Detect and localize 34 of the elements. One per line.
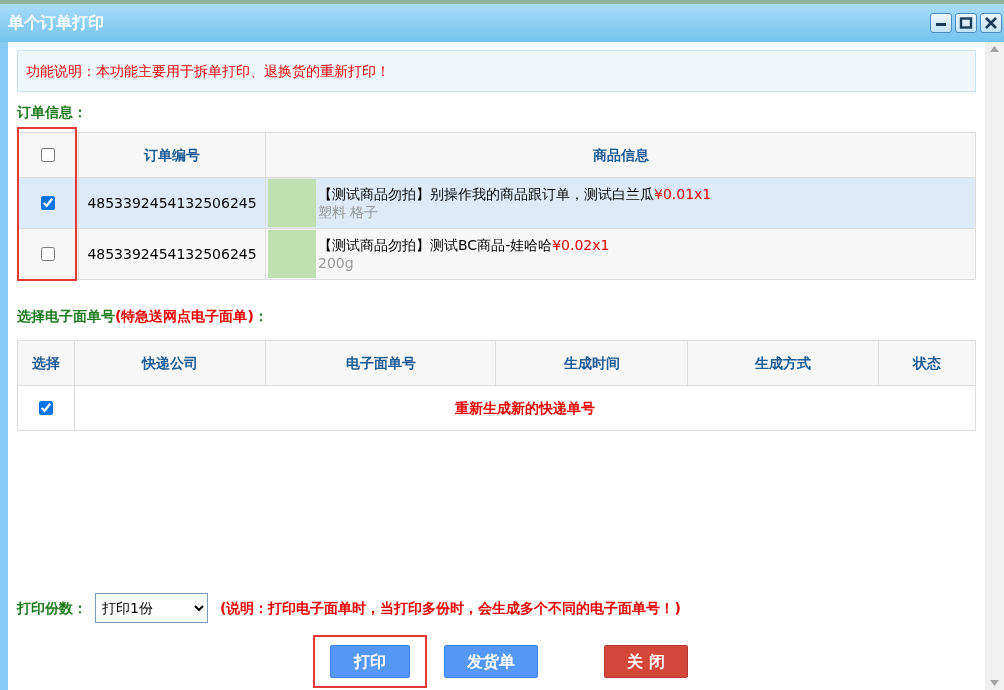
section-label: 选择电子面单号(特急送网点电子面单)： [17,307,269,326]
minimize-icon[interactable] [930,13,952,33]
notice-text: 功能说明：本功能主要用于拆单打印、退换货的重新打印！ [26,61,390,81]
field-label: 打印份数： [17,598,87,618]
table-cell: 4853392454132506245 [78,228,266,280]
checkbox[interactable] [39,401,53,415]
window-title: 单个订单打印 [8,12,104,34]
table-header-cell: 商品信息 [265,132,976,178]
table-row[interactable]: 4853392454132506245 【测试商品勿拍】测试BC商品-娃哈哈¥0.02x1 200g [17,228,976,280]
table-header-cell: 电子面单号 [265,340,496,386]
table-header-cell: 订单编号 [78,132,266,178]
close-icon[interactable] [980,13,1002,33]
table-header-cell: 快递公司 [74,340,266,386]
product-name: 【测试商品勿拍】测试BC商品-娃哈哈¥0.02x1 [318,236,610,254]
photo-placeholder [268,179,316,227]
checkbox[interactable] [41,148,55,162]
product-spec: 塑料 格子 [318,203,380,221]
table-row[interactable]: 4853392454132506245 【测试商品勿拍】别操作我的商品跟订单，测试白兰瓜¥0.01x1 塑料 格子 [17,177,976,229]
product-name: 【测试商品勿拍】别操作我的商品跟订单，测试白兰瓜¥0.01x1 [318,185,712,203]
table-header-cell: 生成方式 [687,340,879,386]
table-header-cell: 状态 [878,340,976,386]
table-cell: 4853392454132506245 [78,177,266,229]
copies-note: (说明：打印电子面单时，当打印多份时，会生成多个不同的电子面单号！) [220,598,681,618]
section-label: 订单信息： [17,103,88,122]
dialog-button[interactable]: 关 闭 [604,645,688,678]
copies-select[interactable]: 打印1份 [95,593,208,623]
maximize-icon[interactable] [955,13,977,33]
product-spec: 200g [318,254,355,272]
photo-placeholder [268,230,316,278]
table-cell: 重新生成新的快递单号 [74,385,976,431]
table-header-cell: 生成时间 [495,340,688,386]
checkbox[interactable] [41,196,55,210]
table-header-cell: 选择 [17,340,75,386]
checkbox[interactable] [41,247,55,261]
